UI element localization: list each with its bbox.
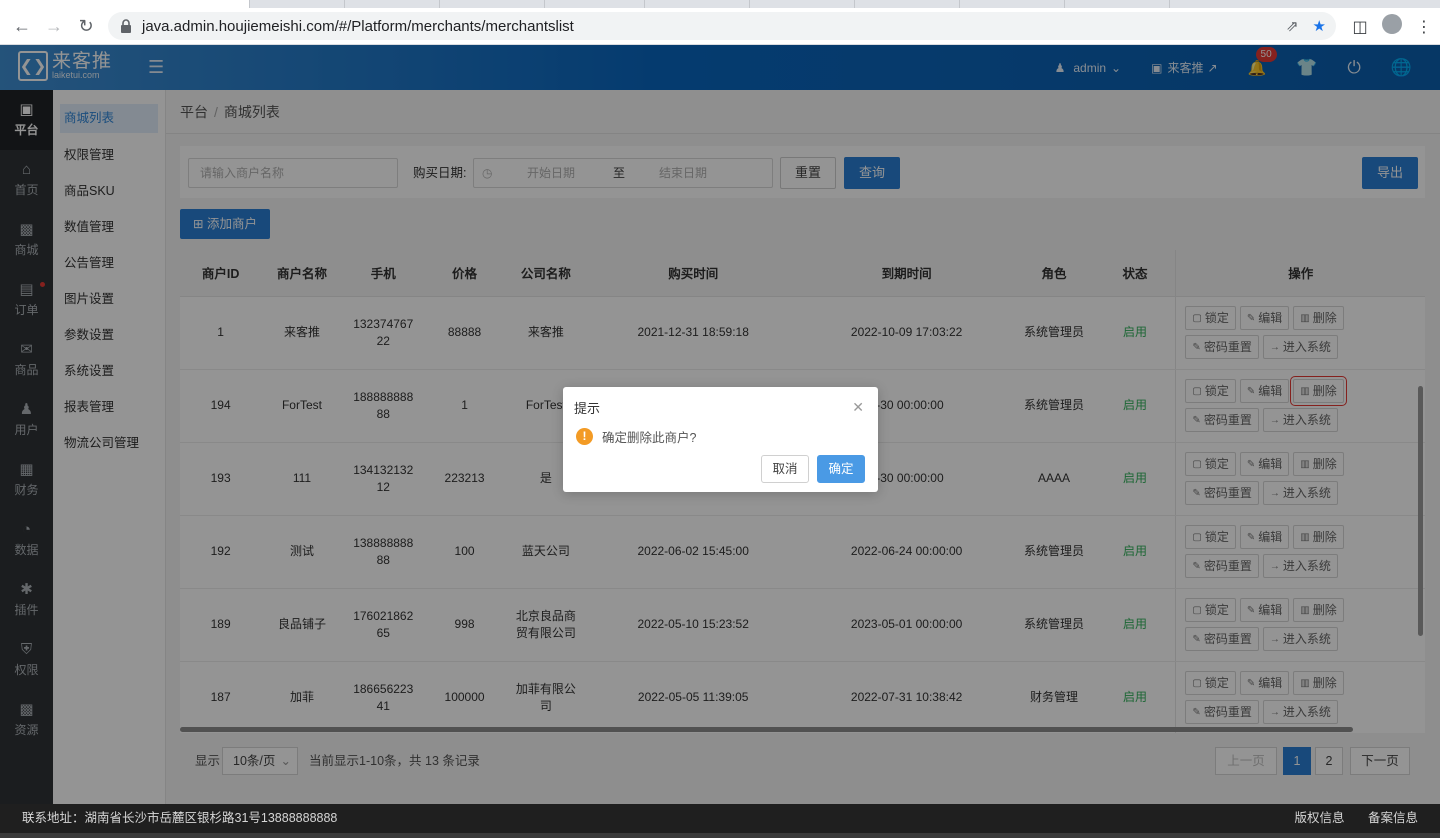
browser-tab[interactable] [750,0,855,8]
bookmark-star-icon[interactable]: ★ [1313,17,1326,35]
lock-icon [121,19,131,33]
browser-tab[interactable] [645,0,750,8]
footer: 联系地址：湖南省长沙市岳麓区银杉路31号13888888888 版权信息 备案信… [0,804,1440,833]
back-arrow-icon[interactable]: ← [6,10,38,42]
address-bar[interactable]: java.admin.houjiemeishi.com/#/Platform/m… [108,12,1336,40]
reload-icon[interactable]: ↻ [70,10,102,42]
close-icon[interactable]: ✕ [852,399,864,416]
profile-avatar-icon[interactable] [1376,14,1408,39]
browser-toolbar: ← → ↻ java.admin.houjiemeishi.com/#/Plat… [0,8,1440,45]
browser-tab[interactable] [545,0,645,8]
dialog-message: 确定删除此商户? [602,431,697,445]
browser-tabstrip [0,0,1440,8]
browser-tab[interactable] [440,0,545,8]
os-taskbar [0,833,1440,838]
warning-icon: ! [576,428,593,445]
forward-arrow-icon[interactable]: → [38,10,70,42]
side-panel-icon[interactable]: ◫ [1344,17,1376,37]
browser-tab[interactable] [960,0,1065,8]
record-link[interactable]: 备案信息 [1368,811,1418,825]
more-menu-icon[interactable]: ⋮ [1408,17,1440,37]
cancel-button[interactable]: 取消 [761,455,809,483]
confirm-button[interactable]: 确定 [817,455,865,483]
share-icon[interactable]: ⇗ [1286,17,1299,35]
browser-tab-active[interactable] [0,0,250,8]
copyright-link[interactable]: 版权信息 [1294,811,1344,825]
browser-tab[interactable] [855,0,960,8]
browser-tab[interactable] [345,0,440,8]
url-text: java.admin.houjiemeishi.com/#/Platform/m… [142,17,574,35]
dialog-title: 提示 [574,401,601,416]
confirm-dialog: 提示 ✕ ! 确定删除此商户? 取消 确定 [563,387,878,492]
browser-tab[interactable] [1065,0,1170,8]
browser-tab[interactable] [250,0,345,8]
contact-address: 联系地址：湖南省长沙市岳麓区银杉路31号13888888888 [22,811,338,825]
